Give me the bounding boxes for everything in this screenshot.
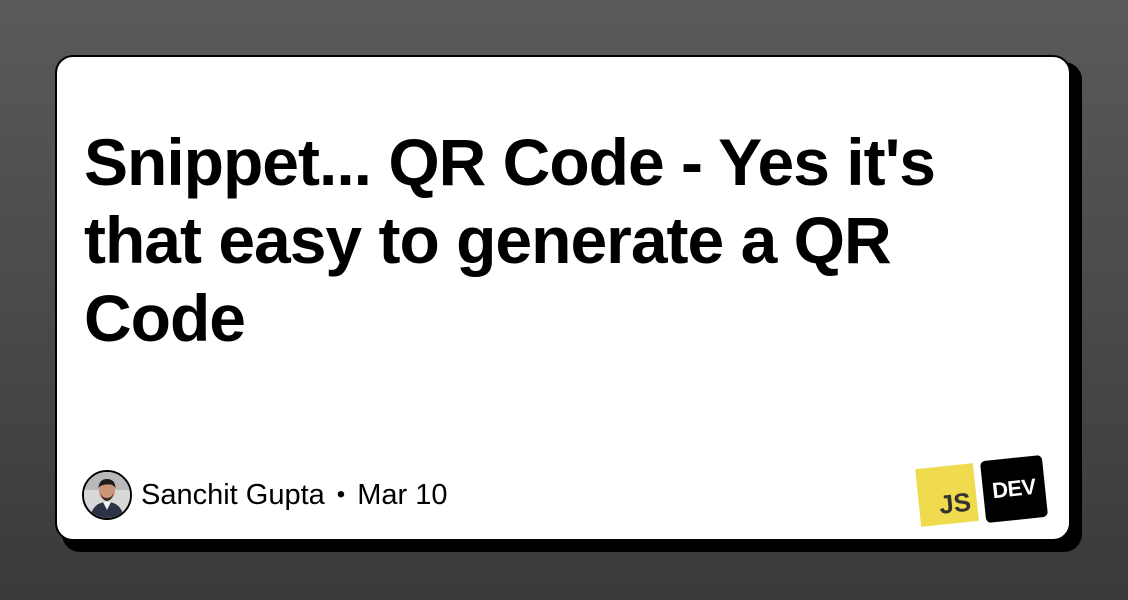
dev-logo-icon[interactable]: DEV xyxy=(979,454,1049,524)
author-avatar[interactable] xyxy=(82,470,132,520)
post-title[interactable]: Snippet... QR Code - Yes it's that easy … xyxy=(84,123,1034,357)
meta-separator: • xyxy=(336,481,346,508)
js-logo-icon[interactable]: JS xyxy=(915,463,979,527)
logo-group: JS DEV xyxy=(912,454,1052,531)
js-logo-label: JS xyxy=(937,486,973,520)
post-meta: Sanchit Gupta • Mar 10 xyxy=(82,467,447,523)
post-date: Mar 10 xyxy=(357,478,448,511)
author-name[interactable]: Sanchit Gupta xyxy=(141,479,325,512)
dev-logo-label: DEV xyxy=(990,473,1038,504)
post-card[interactable]: Snippet... QR Code - Yes it's that easy … xyxy=(55,55,1071,541)
avatar-person-icon xyxy=(84,472,130,518)
